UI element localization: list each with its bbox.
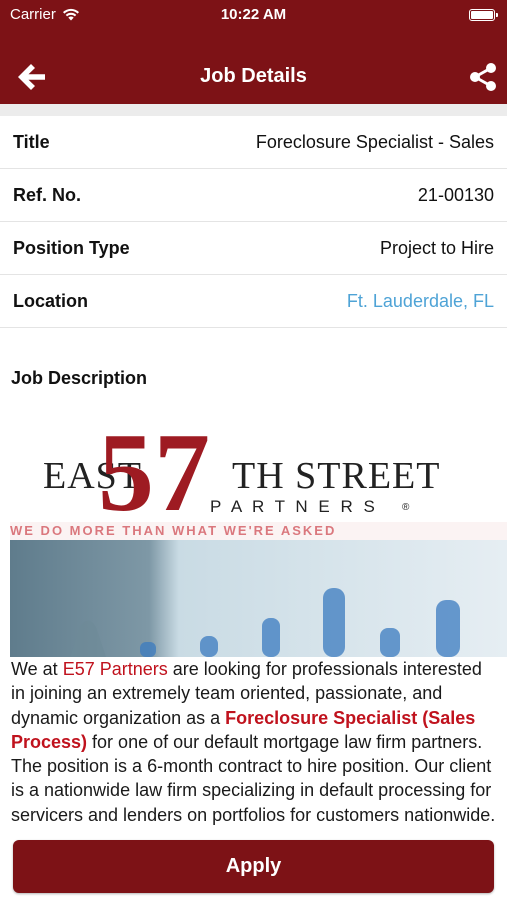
logo-th-street: TH STREET	[232, 455, 440, 497]
detail-label: Title	[13, 131, 50, 152]
company-logo: EAST 57 TH STREET P A R T N E R S ®	[43, 411, 440, 530]
banner-image: WE DO MORE THAN WHAT WE'RE ASKED	[10, 522, 507, 657]
detail-row-title: Title Foreclosure Specialist - Sales	[0, 116, 507, 169]
detail-value: Project to Hire	[379, 237, 494, 258]
company-link[interactable]: E57 Partners	[63, 659, 168, 679]
description-text: We at	[11, 659, 63, 679]
status-bar: Carrier 10:22 AM	[0, 0, 507, 32]
banner-tagline: WE DO MORE THAN WHAT WE'RE ASKED	[10, 523, 336, 538]
logo-partners: P A R T N E R S	[210, 497, 378, 516]
section-divider	[0, 104, 507, 116]
detail-label: Location	[13, 290, 88, 311]
detail-label: Ref. No.	[13, 184, 82, 205]
detail-row-position-type: Position Type Project to Hire	[0, 222, 507, 275]
job-details-list: Title Foreclosure Specialist - Sales Ref…	[0, 116, 507, 328]
logo-registered: ®	[402, 502, 410, 513]
share-icon[interactable]	[469, 62, 497, 92]
battery-icon	[469, 9, 498, 21]
detail-row-ref-no: Ref. No. 21-00130	[0, 169, 507, 222]
navigation-bar: Job Details	[0, 32, 507, 104]
detail-value: 21-00130	[417, 184, 494, 205]
apply-button[interactable]: Apply	[13, 840, 494, 893]
detail-value: Foreclosure Specialist - Sales	[255, 131, 494, 152]
logo-number: 57	[98, 411, 210, 530]
detail-label: Position Type	[13, 237, 130, 258]
job-description-body: We at E57 Partners are looking for profe…	[11, 657, 499, 835]
apply-footer: Apply	[0, 830, 507, 900]
status-time: 10:22 AM	[220, 6, 287, 23]
job-description-heading: Job Description	[11, 368, 148, 388]
location-link[interactable]: Ft. Lauderdale, FL	[347, 291, 494, 312]
detail-row-location: Location Ft. Lauderdale, FL	[0, 275, 507, 328]
page-title: Job Details	[200, 65, 307, 87]
